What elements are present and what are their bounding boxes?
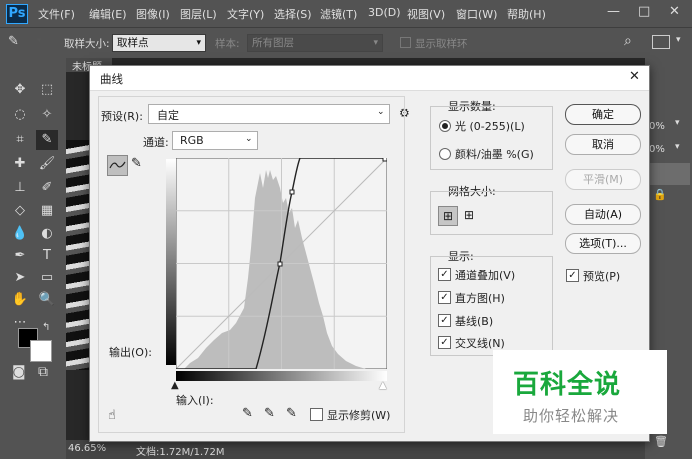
- menu-view[interactable]: 视图(V): [407, 6, 445, 22]
- sample-size-value: 取样点: [117, 37, 149, 49]
- menu-3d[interactable]: 3D(D): [368, 6, 401, 19]
- hand-tool-icon[interactable]: ✋: [9, 290, 31, 310]
- dialog-close-button[interactable]: ✕: [629, 69, 640, 84]
- sample-label: 样本:: [215, 38, 240, 50]
- tools-panel: ✥ ⬚ ◌ ✧ ⌗ ✎ ✚ 🖌 ⊥ ✐ ◇ ▦ 💧 ◐ ✒ T ➤ ▭ ✋ 🔍 …: [0, 58, 66, 459]
- smooth-button[interactable]: 平滑(M): [565, 169, 641, 190]
- channel-overlay-label: 通道叠加(V): [455, 269, 516, 282]
- blur-tool-icon[interactable]: 💧: [9, 224, 31, 244]
- show-ring-checkbox[interactable]: [400, 37, 411, 48]
- grid-detailed-icon[interactable]: ⊞: [460, 206, 478, 224]
- path-selection-icon[interactable]: ➤: [9, 268, 31, 288]
- status-bar: 46.65% 文档:1.72M/1.72M: [66, 440, 666, 459]
- dialog-title-bar: 曲线 ✕: [90, 66, 649, 91]
- sample-select[interactable]: 所有图层 ▾: [247, 34, 383, 52]
- pigment-radio[interactable]: [439, 148, 451, 160]
- menu-select[interactable]: 选择(S): [274, 6, 312, 22]
- pigment-radio-label: 颜料/油墨 %(G): [455, 148, 534, 161]
- quick-mask-icon[interactable]: ◙: [12, 364, 26, 380]
- lock-icon: 🔒: [653, 188, 667, 201]
- baseline-checkbox[interactable]: ✓: [438, 314, 451, 327]
- menu-edit[interactable]: 编辑(E): [89, 6, 127, 22]
- search-icon[interactable]: ⌕: [624, 33, 632, 49]
- photoshop-logo: Ps: [6, 4, 28, 24]
- ok-button[interactable]: 确定: [565, 104, 641, 125]
- menu-type[interactable]: 文字(Y): [227, 6, 264, 22]
- menu-bar: Ps 文件(F) 编辑(E) 图像(I) 图层(L) 文字(Y) 选择(S) 滤…: [0, 0, 692, 27]
- intersection-line-label: 交叉线(N): [455, 337, 505, 350]
- type-tool-icon[interactable]: T: [36, 246, 58, 266]
- swap-colors-icon[interactable]: ↰: [42, 322, 50, 333]
- options-button[interactable]: 选项(T)...: [565, 233, 641, 254]
- fill-value[interactable]: 0%: [649, 144, 665, 155]
- maximize-button[interactable]: □: [638, 4, 650, 19]
- delete-layer-icon[interactable]: 🗑: [654, 435, 668, 448]
- minimize-button[interactable]: —: [607, 4, 620, 19]
- dodge-tool-icon[interactable]: ◐: [36, 224, 58, 244]
- history-brush-icon[interactable]: ✐: [36, 178, 58, 198]
- layer-row[interactable]: [648, 163, 690, 185]
- lasso-tool-icon[interactable]: ◌: [9, 105, 31, 125]
- zoom-tool-icon[interactable]: 🔍: [36, 290, 58, 310]
- watermark-subtitle: 助你轻松解决: [523, 407, 620, 425]
- cancel-button[interactable]: 取消: [565, 134, 641, 155]
- move-tool-icon[interactable]: ✥: [9, 80, 31, 100]
- curves-panel-frame: [98, 96, 405, 433]
- light-radio[interactable]: [439, 120, 451, 132]
- screen-mode-icon[interactable]: ⧉: [38, 364, 48, 380]
- grid-simple-icon[interactable]: ⊞: [438, 206, 458, 226]
- light-radio-label: 光 (0-255)(L): [455, 120, 525, 133]
- preview-checkbox[interactable]: ✓: [566, 269, 579, 282]
- menu-image[interactable]: 图像(I): [136, 6, 170, 22]
- dialog-title: 曲线: [100, 72, 123, 86]
- baseline-label: 基线(B): [455, 315, 494, 328]
- magic-wand-tool-icon[interactable]: ✧: [36, 105, 58, 125]
- healing-brush-icon[interactable]: ✚: [9, 154, 31, 174]
- brush-tool-icon[interactable]: 🖌: [36, 154, 58, 174]
- zoom-level[interactable]: 46.65%: [68, 443, 106, 454]
- sample-size-label: 取样大小:: [64, 38, 110, 50]
- marquee-tool-icon[interactable]: ⬚: [36, 80, 58, 100]
- chevron-down-icon[interactable]: ▾: [675, 142, 680, 152]
- histogram-label: 直方图(H): [455, 292, 505, 305]
- opacity-value[interactable]: 0%: [649, 121, 665, 132]
- pen-tool-icon[interactable]: ✒: [9, 246, 31, 266]
- menu-window[interactable]: 窗口(W): [456, 6, 497, 22]
- chevron-down-icon: ▾: [373, 38, 378, 48]
- document-info: 文档:1.72M/1.72M: [136, 447, 225, 458]
- intersection-line-checkbox[interactable]: ✓: [438, 336, 451, 349]
- sample-size-select[interactable]: 取样点 ▾: [112, 34, 206, 52]
- options-bar: ✎ ▾ 取样大小: 取样点 ▾ 样本: 所有图层 ▾ 显示取样环 ⌕ ▾: [0, 27, 692, 59]
- show-ring-label: 显示取样环: [415, 38, 468, 50]
- close-window-button[interactable]: ✕: [669, 4, 680, 19]
- workspace-chevron-icon[interactable]: ▾: [676, 35, 681, 45]
- chevron-down-icon: ▾: [196, 38, 201, 48]
- auto-button[interactable]: 自动(A): [565, 204, 641, 225]
- menu-layer[interactable]: 图层(L): [180, 6, 217, 22]
- histogram-checkbox[interactable]: ✓: [438, 291, 451, 304]
- clone-stamp-icon[interactable]: ⊥: [9, 178, 31, 198]
- tool-preset-chevron-icon[interactable]: ▾: [37, 36, 42, 46]
- menu-help[interactable]: 帮助(H): [507, 6, 546, 22]
- eyedropper-tool-icon[interactable]: ✎: [36, 130, 58, 150]
- chevron-down-icon[interactable]: ▾: [675, 118, 680, 128]
- menu-filter[interactable]: 滤镜(T): [320, 6, 357, 22]
- channel-overlay-checkbox[interactable]: ✓: [438, 268, 451, 281]
- watermark-logo: 百科全说 助你轻松解决: [493, 350, 667, 434]
- gradient-tool-icon[interactable]: ▦: [36, 201, 58, 221]
- crop-tool-icon[interactable]: ⌗: [9, 130, 31, 150]
- workspace-icon[interactable]: [652, 35, 670, 49]
- background-color-swatch[interactable]: [30, 340, 52, 362]
- preview-label: 预览(P): [583, 270, 621, 283]
- eyedropper-tool-icon[interactable]: ✎: [8, 34, 19, 49]
- watermark-title: 百科全说: [513, 370, 622, 400]
- menu-file[interactable]: 文件(F): [38, 6, 75, 22]
- eraser-tool-icon[interactable]: ◇: [9, 201, 31, 221]
- rectangle-tool-icon[interactable]: ▭: [36, 268, 58, 288]
- sample-value: 所有图层: [252, 37, 294, 49]
